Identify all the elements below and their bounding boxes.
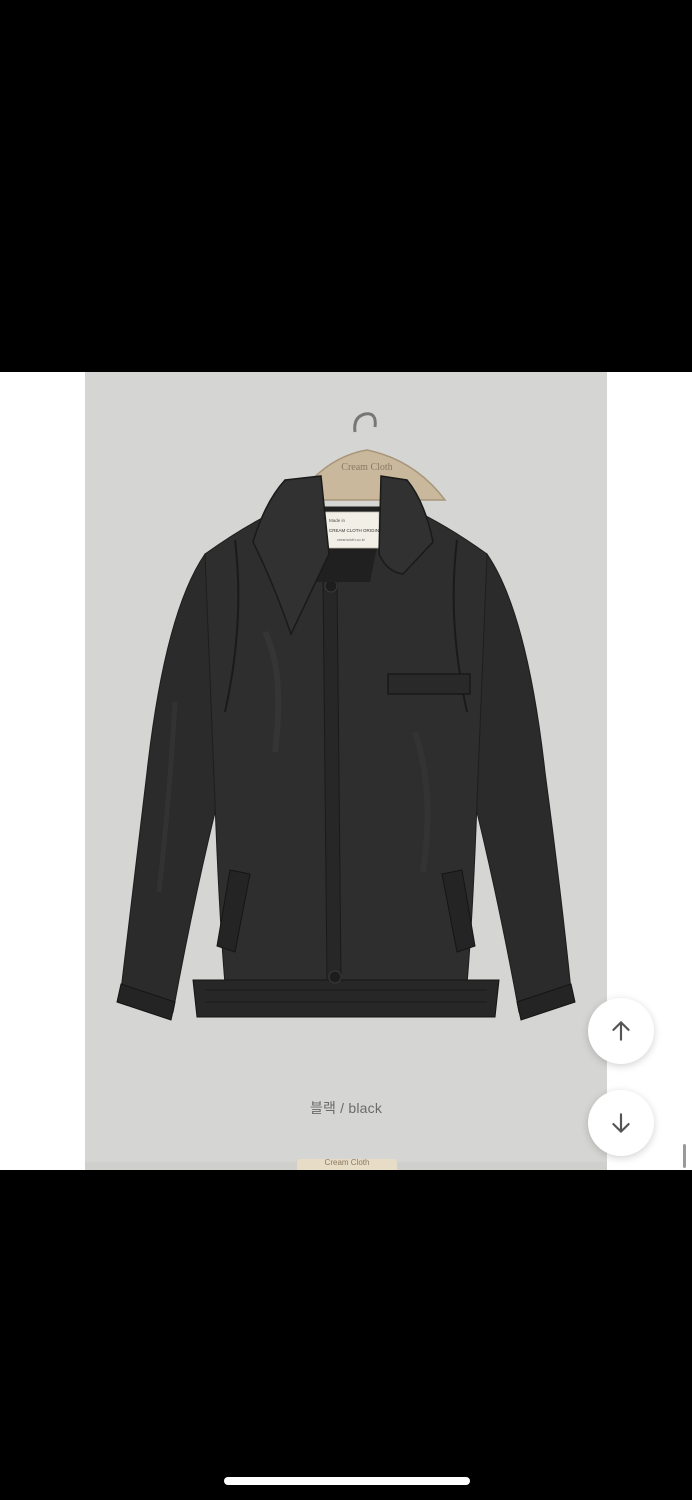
arrow-up-icon [612, 1021, 630, 1041]
color-caption: 블랙 / black [309, 1100, 383, 1116]
scroll-down-button[interactable] [588, 1090, 654, 1156]
label-line-3: creamcloth.co.kr [337, 538, 366, 542]
product-image-viewer[interactable]: Cream Cloth Made in CREAM CLOTH ORIGINAL… [0, 372, 692, 1170]
next-photo-tag-text: Cream Cloth [324, 1158, 370, 1167]
jacket-illustration: Cream Cloth Made in CREAM CLOTH ORIGINAL… [116, 412, 576, 1021]
label-line-2: CREAM CLOTH ORIGINAL [329, 528, 385, 533]
scrollbar-thumb[interactable] [683, 1144, 686, 1168]
label-line-1: Made in [329, 518, 346, 523]
next-photo-hanger-tag: Cream Cloth [297, 1158, 397, 1170]
product-photo: Cream Cloth Made in CREAM CLOTH ORIGINAL… [85, 372, 607, 1170]
arrow-down-icon [612, 1113, 630, 1133]
hanger-brand-text: Cream Cloth [341, 462, 392, 473]
scroll-up-button[interactable] [588, 998, 654, 1064]
bottom-letterbox [0, 1170, 692, 1500]
home-indicator[interactable] [224, 1477, 470, 1485]
top-letterbox [0, 0, 692, 372]
